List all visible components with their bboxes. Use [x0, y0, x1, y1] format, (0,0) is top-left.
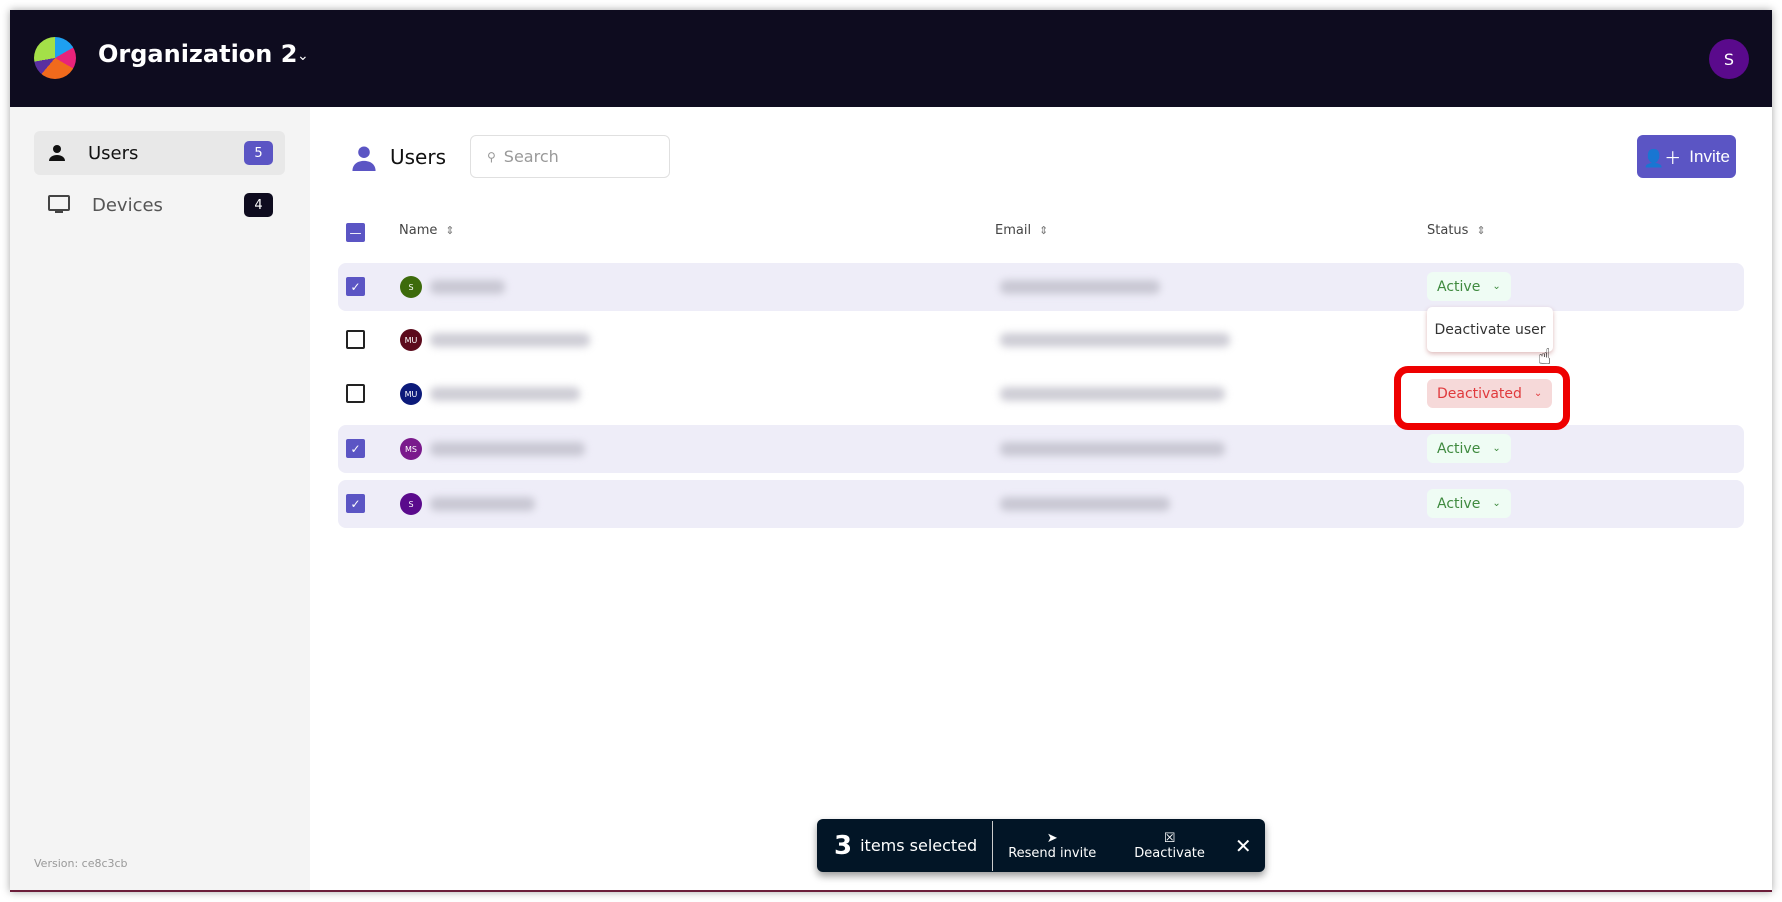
- user-name-redacted: [430, 442, 585, 456]
- search-icon: ⚲: [487, 149, 496, 164]
- close-icon[interactable]: ✕: [1235, 834, 1252, 858]
- avatar: MU: [400, 329, 422, 351]
- sort-icon: ⇕: [1476, 224, 1486, 237]
- monitor-icon: [48, 195, 70, 213]
- column-header-name[interactable]: Name ⇕: [399, 223, 455, 238]
- column-header-status[interactable]: Status ⇕: [1427, 223, 1486, 238]
- highlight-annotation: [1394, 366, 1570, 430]
- sidebar: Users 5 Devices 4 Version: ce8c3cb: [10, 107, 310, 890]
- chevron-down-icon[interactable]: ⌄: [297, 48, 309, 64]
- invite-button[interactable]: 👤＋ Invite: [1637, 135, 1736, 178]
- search-input[interactable]: ⚲ Search: [470, 135, 670, 178]
- send-icon: ➤: [1046, 830, 1058, 846]
- selected-label: items selected: [860, 836, 978, 855]
- page-title: Users: [390, 145, 447, 169]
- row-checkbox[interactable]: ✓: [346, 494, 365, 513]
- chevron-down-icon: ⌄: [1492, 443, 1501, 454]
- status-dropdown[interactable]: Active ⌄: [1427, 272, 1511, 301]
- avatar: MU: [400, 383, 422, 405]
- search-placeholder: Search: [503, 147, 559, 166]
- count-badge: 4: [244, 193, 273, 217]
- user-name-redacted: [430, 387, 580, 401]
- invite-label: Invite: [1689, 146, 1730, 166]
- user-email-redacted: [1000, 387, 1225, 401]
- user-email-redacted: [1000, 280, 1160, 294]
- select-all-checkbox[interactable]: —: [346, 223, 365, 242]
- bulk-action-bar: 3 items selected ➤ Resend invite ☒ Deactiv…: [817, 819, 1265, 872]
- top-header: Organization 2 ⌄ S: [10, 10, 1772, 107]
- user-email-redacted: [1000, 442, 1225, 456]
- sidebar-item-label: Users: [88, 142, 139, 164]
- sort-icon: ⇕: [1039, 224, 1049, 237]
- avatar: S: [400, 493, 422, 515]
- user-email-redacted: [1000, 497, 1170, 511]
- sidebar-item-label: Devices: [92, 194, 163, 216]
- count-badge: 5: [244, 141, 273, 165]
- row-checkbox[interactable]: ✓: [346, 277, 365, 296]
- chevron-down-icon: ⌄: [1492, 498, 1501, 509]
- version-label: Version: ce8c3cb: [34, 857, 128, 870]
- sort-icon: ⇕: [445, 224, 455, 237]
- selected-count: 3: [834, 830, 853, 861]
- user-icon: [49, 145, 65, 161]
- user-name-redacted: [430, 280, 505, 294]
- org-logo: [34, 37, 76, 79]
- user-avatar[interactable]: S: [1709, 39, 1749, 79]
- status-menu-deactivate-user[interactable]: Deactivate user: [1427, 307, 1553, 352]
- avatar: MS: [400, 438, 422, 460]
- sidebar-item-devices[interactable]: Devices 4: [34, 183, 285, 227]
- divider: [992, 820, 994, 871]
- row-checkbox[interactable]: ✓: [346, 439, 365, 458]
- user-email-redacted: [1000, 333, 1230, 347]
- user-name-redacted: [430, 497, 535, 511]
- user-off-icon: ☒: [1163, 830, 1176, 846]
- org-name[interactable]: Organization 2: [98, 40, 297, 68]
- deactivate-button[interactable]: ☒ Deactivate: [1134, 831, 1205, 861]
- app-window: Organization 2 ⌄ S Users 5 Devices 4 Ver…: [10, 10, 1772, 892]
- sidebar-item-users[interactable]: Users 5: [34, 131, 285, 175]
- add-user-icon: 👤＋: [1643, 149, 1682, 168]
- chevron-down-icon: ⌄: [1492, 281, 1501, 292]
- resend-invite-button[interactable]: ➤ Resend invite: [1008, 831, 1096, 861]
- status-dropdown[interactable]: Active ⌄: [1427, 489, 1511, 518]
- row-checkbox[interactable]: [346, 384, 365, 403]
- column-header-email[interactable]: Email ⇕: [995, 223, 1048, 238]
- status-dropdown[interactable]: Active ⌄: [1427, 434, 1511, 463]
- avatar: S: [400, 276, 422, 298]
- user-icon: [352, 146, 376, 171]
- row-checkbox[interactable]: [346, 330, 365, 349]
- user-name-redacted: [430, 333, 590, 347]
